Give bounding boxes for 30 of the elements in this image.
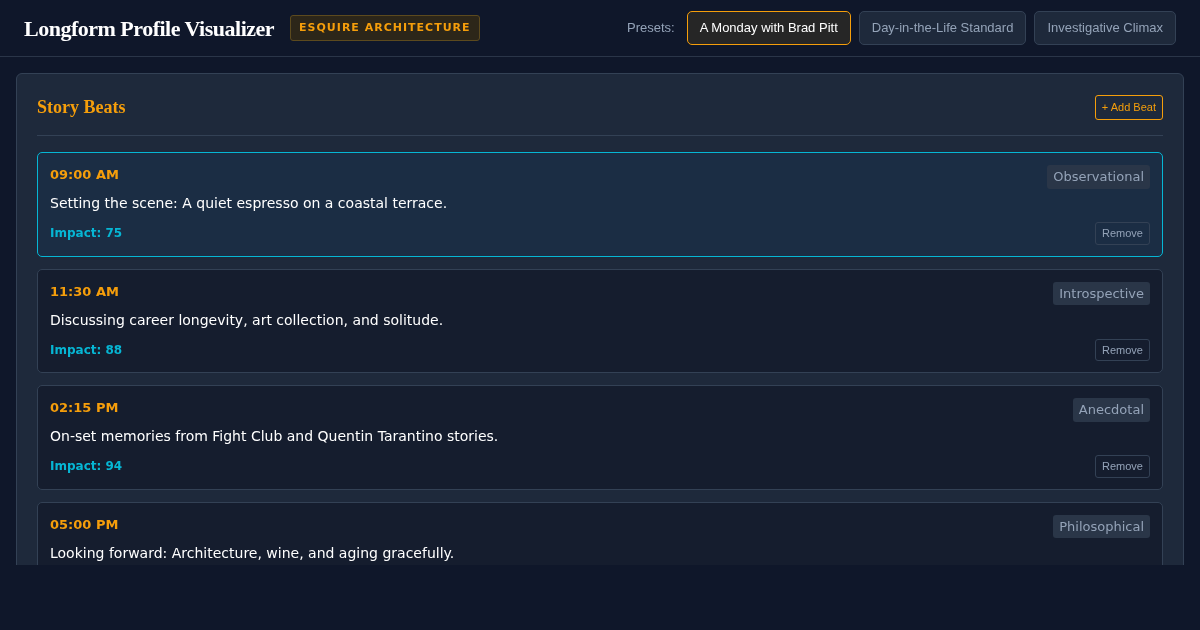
impact-score: Impact: 94 bbox=[50, 458, 123, 476]
beat-time: 05:00 PM bbox=[50, 515, 119, 534]
beat-description: On-set memories from Fight Club and Quentin Tarantino stories. bbox=[50, 427, 500, 446]
app-title: Longform Profile Visualizer bbox=[24, 14, 275, 43]
panel-title: Story Beats bbox=[37, 96, 126, 119]
preset-button[interactable]: Investigative Climax bbox=[1034, 11, 1176, 45]
beat-card[interactable]: 11:30 AM Introspective Discussing career longevity, art collection, and solitude. Impact: 88 Remove bbox=[37, 268, 1163, 373]
beat-description: Discussing career longevity, art collection, and solitude. bbox=[50, 310, 445, 330]
presets-label: Presets: bbox=[627, 19, 675, 38]
preset-button[interactable]: A Monday with Brad Pitt bbox=[686, 11, 851, 45]
impact-score: Impact: 88 bbox=[50, 341, 123, 359]
beat-tag: Anecdotal bbox=[1072, 398, 1150, 422]
brand-badge: ESQUIRE ARCHITECTURE bbox=[290, 14, 480, 42]
beat-time: 02:15 PM bbox=[50, 399, 119, 417]
beat-tag: Introspective bbox=[1053, 281, 1150, 305]
beat-card[interactable]: 09:00 AM Observational Setting the scene: A quiet espresso on a coastal terrace. Impact: 75 Remove bbox=[37, 152, 1163, 257]
beat-description: Looking forward: Architecture, wine, and aging gracefully. bbox=[50, 543, 456, 563]
beat-card[interactable]: 02:15 PM Anecdotal On-set memories from Fight Club and Quentin Tarantino stories. Impact: 94 Remove bbox=[37, 385, 1163, 490]
remove-button[interactable]: Remove bbox=[1095, 222, 1150, 245]
add-beat-button[interactable]: + Add Beat bbox=[1094, 95, 1163, 120]
beat-card[interactable]: 05:00 PM Philosophical Looking forward: Architecture, wine, and aging gracefully. bbox=[37, 501, 1163, 565]
beat-tag: Observational bbox=[1047, 165, 1150, 189]
remove-button[interactable]: Remove bbox=[1095, 338, 1150, 361]
beat-tag: Philosophical bbox=[1053, 514, 1150, 538]
impact-score: Impact: 75 bbox=[50, 225, 123, 243]
beat-time: 11:30 AM bbox=[50, 282, 119, 301]
beat-time: 09:00 AM bbox=[50, 166, 119, 184]
beat-description: Setting the scene: A quiet espresso on a coastal terrace. bbox=[50, 194, 449, 213]
remove-button[interactable]: Remove bbox=[1095, 455, 1150, 478]
preset-button[interactable]: Day-in-the-Life Standard bbox=[858, 11, 1027, 45]
